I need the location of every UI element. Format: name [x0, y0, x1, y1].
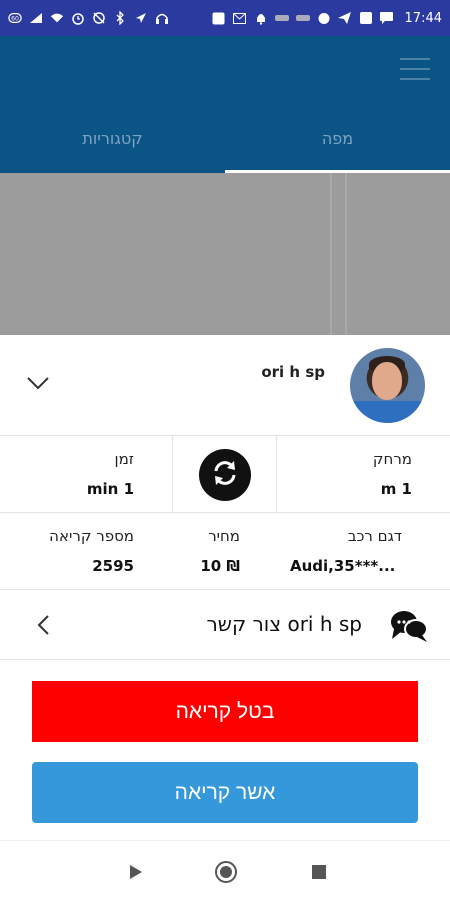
chevron-down-icon[interactable]	[26, 375, 50, 391]
ride-details-sheet: ori h sp זמן min 1 מרחק m 1 מספר קריאה 2…	[0, 335, 450, 840]
approve-call-button[interactable]: אשר קריאה	[32, 762, 418, 823]
tab-categories[interactable]: קטגוריות	[0, 103, 225, 173]
time-cell: זמן min 1	[0, 436, 173, 513]
cast-icon	[212, 11, 226, 25]
avatar	[350, 348, 425, 423]
signal-icon	[29, 11, 43, 25]
map-road	[345, 173, 347, 335]
home-icon[interactable]	[215, 861, 237, 883]
map-road	[330, 173, 332, 335]
status-bar: 60 17:44	[0, 0, 450, 36]
alarm-icon	[71, 11, 85, 25]
refresh-cell	[173, 436, 277, 513]
refresh-button[interactable]	[198, 448, 251, 501]
price-label: מחיר	[208, 527, 240, 545]
back-icon[interactable]	[124, 861, 146, 883]
shield-icon	[317, 11, 331, 25]
call-number-cell: מספר קריאה 2595	[0, 513, 134, 590]
app-icon	[295, 11, 310, 25]
price-value: 10 ₪	[200, 557, 240, 575]
refresh-icon	[210, 458, 240, 492]
chat-icon	[380, 11, 394, 25]
menu-icon[interactable]	[400, 58, 430, 82]
call-number-value: 2595	[92, 557, 134, 575]
distance-cell: מרחק m 1	[277, 436, 450, 513]
distance-value: m 1	[380, 480, 412, 498]
distance-label: מרחק	[372, 450, 412, 468]
call-number-label: מספר קריאה	[49, 527, 134, 545]
mail-icon	[233, 11, 247, 25]
notification-icon	[254, 11, 268, 25]
info-row: מספר קריאה 2595 מחיר 10 ₪ דגם רכב Audi,3…	[0, 513, 450, 590]
time-value: min 1	[86, 480, 134, 498]
telegram-icon	[338, 11, 352, 25]
car-model-value: Audi,35***...	[290, 557, 396, 575]
stats-row: זמן min 1 מרחק m 1	[0, 436, 450, 513]
status-time: 17:44	[404, 10, 442, 26]
contact-label: צור קשר ori h sp	[206, 612, 363, 636]
svg-text:60: 60	[11, 16, 19, 23]
tab-bar: קטגוריות מפה	[0, 103, 450, 173]
tab-label: מפה	[321, 128, 354, 148]
contact-row[interactable]: צור קשר ori h sp	[0, 590, 450, 660]
chat-bubbles-icon	[390, 609, 428, 643]
price-cell: מחיר 10 ₪	[150, 513, 240, 590]
recents-icon[interactable]	[308, 861, 330, 883]
tab-map[interactable]: מפה	[225, 103, 450, 173]
status-icons-left: 60	[8, 11, 212, 25]
cancel-call-button[interactable]: בטל קריאה	[32, 681, 418, 742]
driver-row: ori h sp	[0, 335, 450, 436]
headphones-icon	[155, 11, 169, 25]
mute-icon	[92, 11, 106, 25]
car-model-label: דגם רכב	[347, 527, 402, 545]
download-icon	[359, 11, 373, 25]
driver-name: ori h sp	[261, 363, 325, 381]
app-icon	[274, 11, 289, 25]
app-header: קטגוריות מפה	[0, 36, 450, 173]
system-nav-bar	[0, 840, 450, 900]
car-model-cell: דגם רכב Audi,35***...	[290, 513, 402, 590]
map-view[interactable]	[0, 173, 450, 335]
wifi-icon	[50, 11, 64, 25]
data-saver-icon: 60	[8, 11, 22, 25]
chevron-left-icon	[36, 614, 50, 636]
bluetooth-icon	[113, 11, 127, 25]
location-icon	[134, 11, 148, 25]
time-label: זמן	[114, 450, 134, 468]
tab-label: קטגוריות	[82, 128, 143, 148]
status-icons-right: 17:44	[212, 11, 442, 26]
